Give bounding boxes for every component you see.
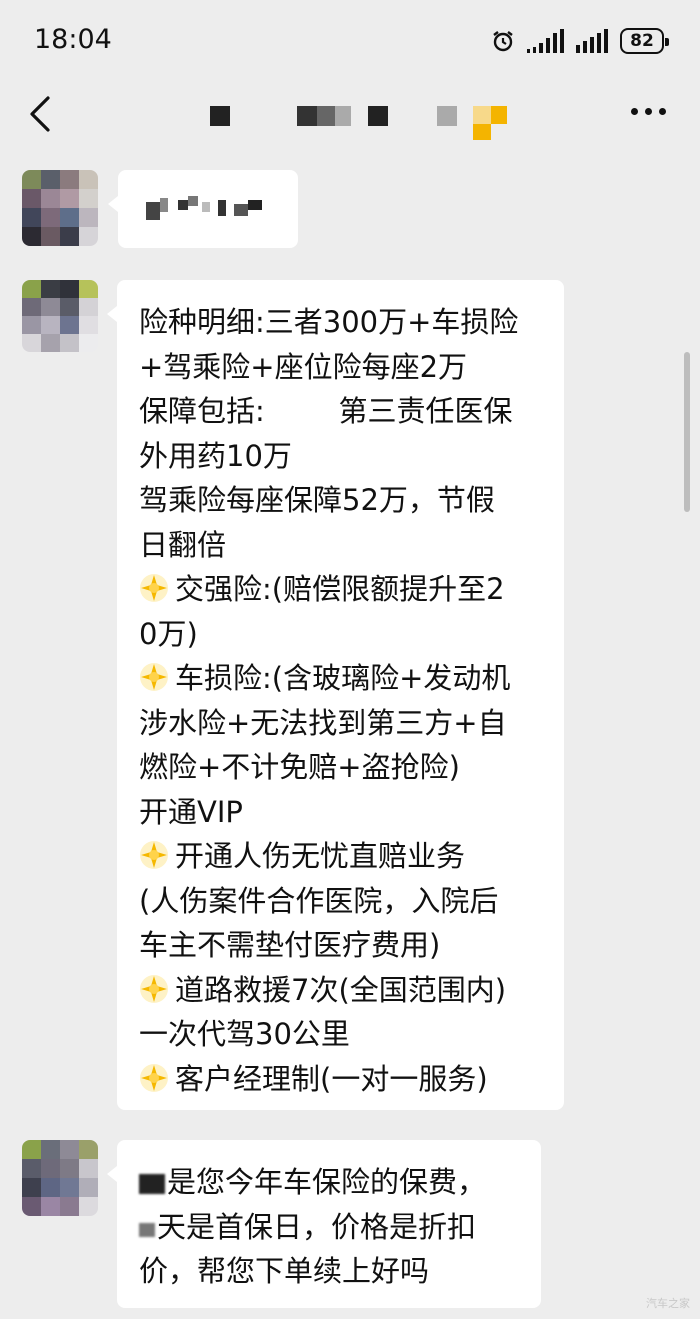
star-emoji-icon [140, 574, 168, 602]
message-bubble[interactable]: 是您今年车保险的保费， 天是首保日，价格是折扣 价，帮您下单续上好吗 [107, 1140, 541, 1308]
message-line: 道路救援7次(全国范围内) [139, 968, 554, 1013]
message-line: 价，帮您下单续上好吗 [139, 1254, 430, 1288]
message-line: 开通人伤无忧直赔业务 [139, 834, 554, 879]
star-emoji-icon [140, 974, 168, 1003]
message-text: 是您今年车保险的保费， 天是首保日，价格是折扣 价，帮您下单续上好吗 [139, 1160, 486, 1294]
star-emoji-icon [140, 663, 168, 691]
message-line: 燃险+不计免赔+盗抢险) [139, 750, 460, 784]
message-text: 险种明细:三者300万+车损险 +驾乘险+座位险每座2万 保障包括: 第三责任医… [139, 300, 554, 1101]
message-line: 车损险:(含玻璃险+发动机 [139, 656, 554, 701]
message-line: 车主不需垫付医疗费用) [139, 928, 441, 962]
avatar[interactable] [22, 170, 98, 246]
message-line: 涉水险+无法找到第三方+自 [139, 705, 507, 740]
message-line: 外用药10万 [139, 438, 292, 473]
chevron-left-icon[interactable] [26, 94, 56, 134]
message-line: 一次代驾30公里 [139, 1017, 350, 1051]
message-bubble[interactable] [108, 170, 298, 248]
scrollbar[interactable] [684, 352, 690, 512]
alarm-icon [493, 31, 513, 52]
message-line: 驾乘险每座保障52万，节假 [139, 483, 495, 517]
signal-icon [576, 29, 608, 53]
status-icons: 82 [491, 28, 669, 54]
avatar[interactable] [22, 1140, 98, 1216]
signal-icon [527, 29, 564, 53]
message-line: 保障包括: 第三责任医保 [139, 394, 513, 428]
watermark: 汽车之家 [646, 1297, 690, 1310]
message-line: +驾乘险+座位险每座2万 [139, 349, 468, 384]
message-line: 是您今年车保险的保费， [139, 1160, 486, 1205]
more-dots-icon[interactable] [631, 108, 666, 115]
message-line: 开通VIP [139, 794, 243, 829]
redacted-text [139, 1174, 165, 1194]
message-line: 客户经理制(一对一服务) [139, 1057, 554, 1102]
battery-level: 82 [630, 31, 654, 51]
status-bar: 18:04 82 [0, 0, 700, 84]
chat-header [0, 84, 700, 154]
message-line: 交强险:(赔偿限额提升至2 [139, 567, 554, 612]
message-line: 日翻倍 [139, 527, 227, 562]
message-line: 天是首保日，价格是折扣 [139, 1205, 486, 1250]
star-emoji-icon [140, 1063, 168, 1092]
avatar[interactable] [22, 280, 98, 352]
message-line: 0万) [139, 616, 198, 651]
message-line: 险种明细:三者300万+车损险 [139, 305, 519, 339]
chat-title-redacted [205, 101, 515, 141]
redacted-text [139, 1222, 155, 1237]
message-bubble[interactable]: 险种明细:三者300万+车损险 +驾乘险+座位险每座2万 保障包括: 第三责任医… [107, 280, 564, 1110]
battery-icon: 82 [620, 28, 669, 54]
star-emoji-icon [140, 841, 168, 869]
message-line: (人伤案件合作医院，入院后 [139, 883, 499, 918]
status-time: 18:04 [34, 24, 112, 55]
